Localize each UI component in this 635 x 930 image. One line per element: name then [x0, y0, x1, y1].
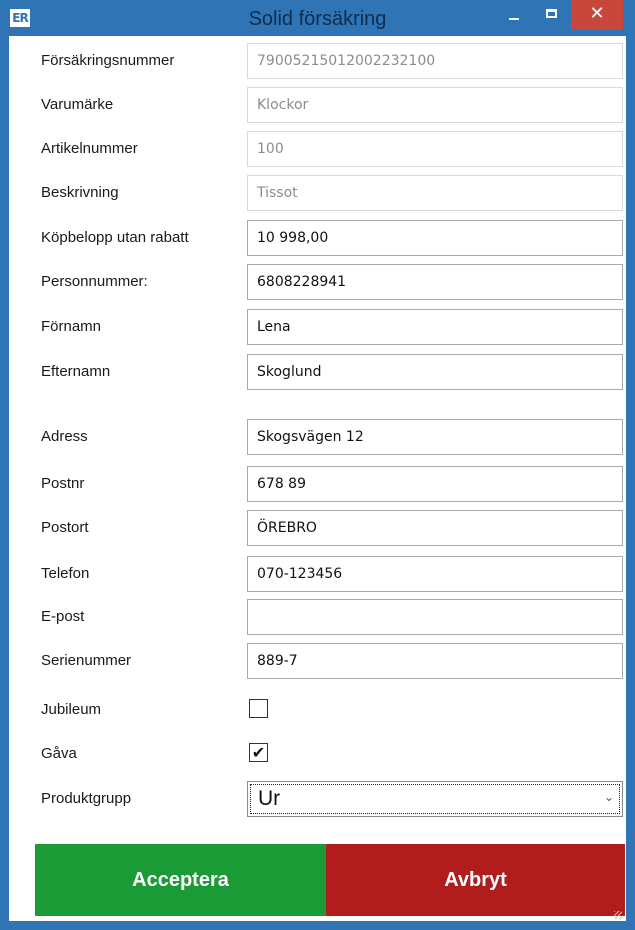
postort-input[interactable]: ÖREBRO — [247, 510, 623, 546]
row-serienummer: Serienummer 889-7 — [9, 643, 626, 679]
kopbelopp-input[interactable]: 10 998,00 — [247, 220, 623, 256]
row-efternamn: Efternamn Skoglund — [9, 354, 626, 390]
telefon-label: Telefon — [41, 565, 90, 582]
accept-button[interactable]: Acceptera — [35, 844, 326, 916]
row-jubileum: Jubileum — [9, 692, 626, 728]
serienummer-input[interactable]: 889-7 — [247, 643, 623, 679]
efternamn-label: Efternamn — [41, 363, 111, 380]
varumarke-label: Varumärke — [41, 96, 114, 113]
row-telefon: Telefon 070-123456 — [9, 556, 626, 592]
serienummer-label: Serienummer — [41, 652, 132, 669]
forsakringsnummer-label: Försäkringsnummer — [41, 52, 175, 69]
postnr-input[interactable]: 678 89 — [247, 466, 623, 502]
adress-label: Adress — [41, 428, 88, 445]
artikelnummer-label: Artikelnummer — [41, 140, 138, 157]
varumarke-field[interactable]: Klockor — [247, 87, 623, 123]
row-kopbelopp: Köpbelopp utan rabatt 10 998,00 — [9, 220, 626, 256]
row-personnummer: Personnummer: 6808228941 — [9, 264, 626, 300]
chevron-down-icon[interactable]: ⌄ — [604, 790, 614, 804]
row-adress: Adress Skogsvägen 12 — [9, 419, 626, 455]
gava-checkbox[interactable]: ✔ — [249, 743, 268, 762]
jubileum-checkbox[interactable] — [249, 699, 268, 718]
artikelnummer-field[interactable]: 100 — [247, 131, 623, 167]
adress-input[interactable]: Skogsvägen 12 — [247, 419, 623, 455]
select-focus-outline — [250, 784, 620, 814]
telefon-input[interactable]: 070-123456 — [247, 556, 623, 592]
row-postnr: Postnr 678 89 — [9, 466, 626, 502]
efternamn-input[interactable]: Skoglund — [247, 354, 623, 390]
row-forsakringsnummer: Försäkringsnummer 79005215012002232100 — [9, 43, 626, 79]
row-postort: Postort ÖREBRO — [9, 510, 626, 546]
row-epost: E-post — [9, 599, 626, 635]
cancel-button[interactable]: Avbryt — [326, 844, 625, 916]
app-window: ER Solid försäkring ✕ Försäkringsnummer … — [0, 0, 635, 930]
produktgrupp-select[interactable]: Ur ⌄ — [247, 781, 623, 817]
postnr-label: Postnr — [41, 475, 85, 492]
fornamn-input[interactable]: Lena — [247, 309, 623, 345]
forsakringsnummer-field[interactable]: 79005215012002232100 — [247, 43, 623, 79]
kopbelopp-label: Köpbelopp utan rabatt — [41, 229, 189, 246]
row-beskrivning: Beskrivning Tissot — [9, 175, 626, 211]
beskrivning-field[interactable]: Tissot — [247, 175, 623, 211]
resize-grip-icon[interactable] — [614, 911, 622, 919]
action-buttons: Acceptera Avbryt — [35, 844, 625, 916]
close-button[interactable]: ✕ — [571, 0, 623, 30]
minimize-button[interactable] — [497, 0, 531, 30]
title-bar[interactable]: ER Solid försäkring ✕ — [0, 0, 635, 36]
produktgrupp-value: Ur — [258, 787, 281, 810]
row-artikelnummer: Artikelnummer 100 — [9, 131, 626, 167]
row-gava: Gåva ✔ — [9, 736, 626, 772]
row-varumarke: Varumärke Klockor — [9, 87, 626, 123]
fornamn-label: Förnamn — [41, 318, 102, 335]
personnummer-input[interactable]: 6808228941 — [247, 264, 623, 300]
epost-input[interactable] — [247, 599, 623, 635]
postort-label: Postort — [41, 519, 89, 536]
row-fornamn: Förnamn Lena — [9, 309, 626, 345]
row-produktgrupp: Produktgrupp Ur ⌄ — [9, 781, 626, 817]
maximize-button[interactable] — [535, 0, 569, 30]
produktgrupp-label: Produktgrupp — [41, 790, 132, 807]
gava-label: Gåva — [41, 745, 77, 762]
personnummer-label: Personnummer: — [41, 273, 148, 290]
epost-label: E-post — [41, 608, 85, 625]
form-panel: Försäkringsnummer 79005215012002232100 V… — [9, 36, 626, 921]
beskrivning-label: Beskrivning — [41, 184, 119, 201]
jubileum-label: Jubileum — [41, 701, 102, 718]
